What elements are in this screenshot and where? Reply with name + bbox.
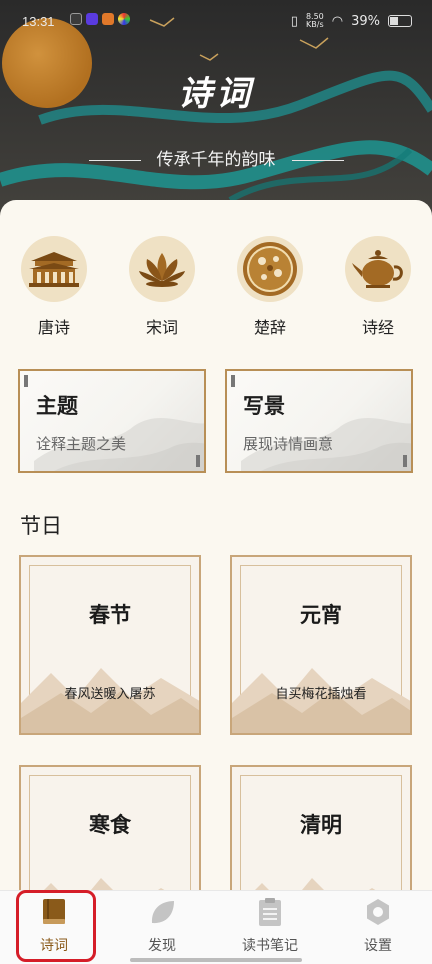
pagoda-icon (21, 236, 87, 302)
nav-label: 设置 (364, 938, 392, 954)
battery-percent: 39% (351, 13, 380, 29)
theme-card-subtitle: 诠释主题之美 (36, 435, 127, 453)
theme-card-title: 主题 (36, 393, 78, 418)
theme-card[interactable]: 主题 诠释主题之美 (18, 369, 206, 473)
home-indicator[interactable] (130, 958, 302, 962)
notes-icon (259, 898, 281, 926)
content-sheet: 唐诗 宋词 楚辞 诗经 主题 诠释主题之美 写景 展现诗情画意 节日 春节 春风… (0, 200, 432, 945)
festival-card-spring[interactable]: 春节 春风送暖入屠苏 (19, 555, 201, 735)
category-chu-ci[interactable]: 楚辞 (216, 236, 324, 338)
notification-icons (70, 13, 130, 25)
leaf-icon (151, 901, 174, 924)
nav-item-discover[interactable]: 发现 (108, 891, 216, 964)
vibrate-icon: ▯ (290, 13, 298, 29)
active-tab-highlight (16, 890, 96, 962)
battery-icon (388, 15, 412, 27)
festival-card-title: 寒食 (89, 812, 131, 837)
nav-item-settings[interactable]: 设置 (324, 891, 432, 964)
sync-icon (70, 13, 82, 25)
category-song-ci[interactable]: 宋词 (108, 236, 216, 338)
festival-card-subtitle: 春风送暖入屠苏 (64, 687, 156, 702)
color-app-icon (118, 13, 130, 25)
hero-title: 诗词 (178, 74, 254, 114)
nav-label: 读书笔记 (242, 938, 298, 954)
corner-mark (231, 375, 235, 387)
scenery-card[interactable]: 写景 展现诗情画意 (225, 369, 413, 473)
lotus-icon (129, 236, 195, 302)
category-label: 诗经 (361, 318, 394, 337)
settings-icon (367, 899, 389, 925)
festival-section-title: 节日 (20, 514, 62, 538)
wifi-icon: ◠ (331, 13, 344, 29)
status-right: ▯ 8.50 KB/s ◠ 39% (291, 13, 412, 29)
nav-label: 发现 (148, 938, 176, 954)
festival-card-subtitle: 自买梅花插烛看 (275, 687, 367, 702)
hero-banner: 13:31 ▯ 8.50 KB/s ◠ 39% 诗词 传承千年的韵味 (0, 0, 432, 230)
festival-card-title: 清明 (300, 812, 342, 837)
scenery-card-title: 写景 (243, 393, 285, 418)
corner-mark (24, 375, 28, 387)
scenery-card-subtitle: 展现诗情画意 (243, 435, 334, 453)
category-label: 楚辞 (253, 318, 286, 337)
status-bar: 13:31 ▯ 8.50 KB/s ◠ 39% (0, 0, 432, 38)
category-tang-poetry[interactable]: 唐诗 (0, 236, 108, 338)
festival-card-title: 元宵 (300, 602, 342, 627)
hero-subtitle: 传承千年的韵味 (156, 150, 276, 170)
plate-icon (237, 236, 303, 302)
festival-card-title: 春节 (89, 602, 131, 627)
hero-subtitle-row: 传承千年的韵味 (0, 145, 432, 170)
category-label: 宋词 (145, 318, 178, 337)
category-shi-jing[interactable]: 诗经 (324, 236, 432, 338)
app-screen: 13:31 ▯ 8.50 KB/s ◠ 39% 诗词 传承千年的韵味 唐诗 宋词… (0, 0, 432, 964)
teapot-icon (345, 236, 411, 302)
divider-left (88, 159, 141, 161)
status-time: 13:31 (22, 14, 55, 29)
corner-mark (196, 455, 200, 467)
category-label: 唐诗 (37, 318, 70, 337)
category-row: 唐诗 宋词 楚辞 诗经 (0, 236, 432, 338)
app-notice-icon (102, 13, 114, 25)
divider-right (291, 159, 344, 161)
corner-mark (403, 455, 407, 467)
play-icon (86, 13, 98, 25)
nav-item-notes[interactable]: 读书笔记 (216, 891, 324, 964)
network-speed: 8.50 KB/s (306, 13, 324, 29)
festival-card-lantern[interactable]: 元宵 自买梅花插烛看 (230, 555, 412, 735)
net-speed-unit: KB/s (306, 20, 324, 29)
